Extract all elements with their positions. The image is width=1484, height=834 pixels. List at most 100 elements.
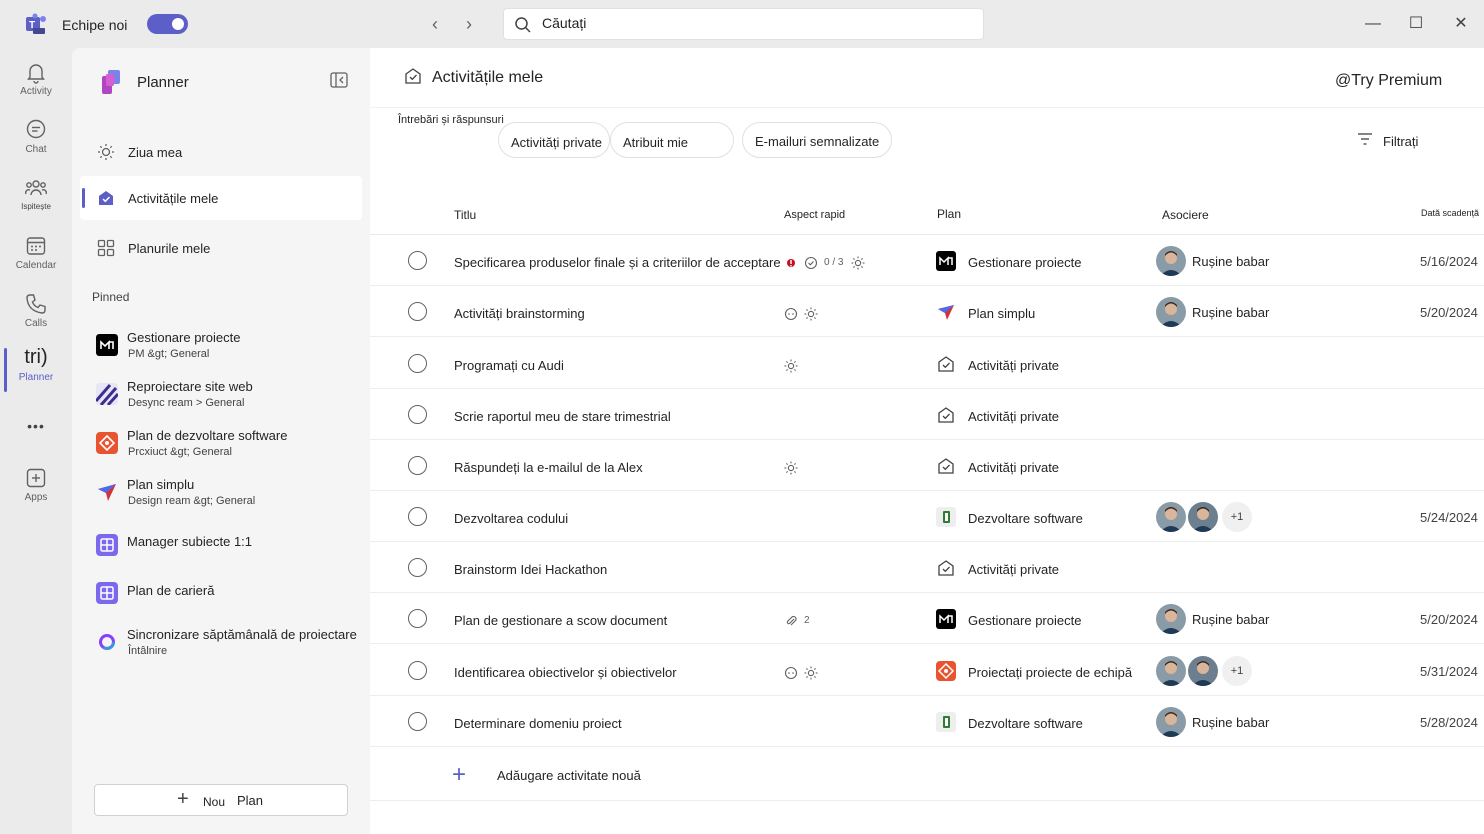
rail-label: Apps (24, 492, 48, 503)
task-row[interactable]: Specificarea produselor finale și a crit… (370, 235, 1484, 286)
assignees[interactable]: Rușine babar (1156, 707, 1269, 737)
column-header-quick-look[interactable]: Aspect rapid (784, 209, 845, 221)
maximize-button[interactable]: ☐ (1404, 12, 1428, 36)
task-title[interactable]: Programați cu Audi (454, 358, 564, 373)
complete-task-checkbox[interactable] (408, 609, 427, 628)
chip-assigned-to-me[interactable]: Atribuit mie (610, 122, 734, 158)
collapse-sidebar-icon[interactable] (330, 72, 348, 88)
rail-item-activity[interactable]: Activity (0, 60, 72, 116)
task-title[interactable]: Determinare domeniu proiect (454, 716, 622, 731)
column-header-assigned[interactable]: Asociere (1162, 208, 1209, 222)
add-task-button[interactable]: + Adăugare activitate nouă (370, 755, 1484, 801)
pinned-plan-subtitle: Întâlnire (128, 645, 168, 657)
rail-item-apps[interactable]: Apps (0, 466, 72, 522)
complete-task-checkbox[interactable] (408, 405, 427, 424)
task-row[interactable]: Activități brainstorming Plan simplu Rușin… (370, 286, 1484, 337)
pinned-plan-software-development[interactable]: Plan de dezvoltare software Prcxiuct &gt… (72, 424, 370, 470)
task-plan-name[interactable]: Gestionare proiecte (968, 613, 1081, 628)
quick-look (784, 305, 824, 321)
task-title[interactable]: Dezvoltarea codului (454, 511, 568, 526)
due-date[interactable]: 5/24/2024 (1420, 510, 1478, 525)
complete-task-checkbox[interactable] (408, 302, 427, 321)
try-premium-link[interactable]: @Try Premium (1335, 72, 1442, 90)
task-plan-name[interactable]: Proiectați proiecte de echipă (968, 665, 1132, 680)
chip-flagged-emails[interactable]: E-mailuri semnalizate (742, 122, 892, 158)
task-row[interactable]: Plan de gestionare a scow document 2 Gesti… (370, 593, 1484, 644)
task-plan-name[interactable]: Gestionare proiecte (968, 255, 1081, 270)
column-header-due-date[interactable]: Dată scadență (1421, 208, 1479, 218)
search-input[interactable] (542, 15, 942, 31)
chip-private-tasks[interactable]: Activități private (498, 122, 610, 158)
column-header-plan[interactable]: Plan (937, 207, 961, 221)
pinned-plan-career[interactable]: Plan de carieră (72, 574, 370, 620)
task-plan-name[interactable]: Plan simplu (968, 306, 1035, 321)
rail-item-planner[interactable]: tri) Planner (0, 344, 72, 400)
rail-item-chat[interactable]: Chat (0, 118, 72, 174)
new-plan-button[interactable]: + Nou Plan (94, 784, 348, 816)
nav-my-plans[interactable]: Planurile mele (80, 226, 362, 270)
pinned-plan-weekly-sync[interactable]: Sincronizare săptămânală de proiectare Î… (72, 623, 370, 669)
task-row[interactable]: Identificarea obiectivelor și obiectivel… (370, 645, 1484, 696)
task-row[interactable]: Răspundeți la e-mailul de la Alex Activit… (370, 440, 1484, 491)
pinned-plan-one-on-one[interactable]: Manager subiecte 1:1 (72, 526, 370, 572)
assignees[interactable]: +1 (1156, 502, 1252, 532)
chip-label: Atribuit mie (623, 135, 689, 150)
task-title[interactable]: Identificarea obiectivelor și obiectivel… (454, 665, 677, 680)
assignees[interactable]: +1 (1156, 656, 1252, 686)
task-title[interactable]: Activități brainstorming (454, 306, 585, 321)
task-row[interactable]: Dezvoltarea codului Dezvoltare software +1… (370, 491, 1484, 542)
task-title[interactable]: Brainstorm Idei Hackathon (454, 562, 607, 577)
task-row[interactable]: Brainstorm Idei Hackathon Activități priv… (370, 542, 1484, 593)
complete-task-checkbox[interactable] (408, 456, 427, 475)
rail-item-more[interactable]: ••• (0, 414, 72, 470)
task-title[interactable]: Plan de gestionare a scow document (454, 613, 667, 628)
due-date[interactable]: 5/20/2024 (1420, 305, 1478, 320)
complete-task-checkbox[interactable] (408, 558, 427, 577)
task-plan-name[interactable]: Activități private (968, 460, 1059, 475)
avatar (1156, 604, 1186, 634)
task-title[interactable]: Răspundeți la e-mailul de la Alex (454, 460, 643, 475)
due-date[interactable]: 5/20/2024 (1420, 612, 1478, 627)
quick-look (784, 357, 804, 373)
task-title[interactable]: Specificarea produselor finale și a crit… (454, 255, 781, 270)
task-row[interactable]: Determinare domeniu proiect Dezvoltare so… (370, 696, 1484, 747)
task-plan-name[interactable]: Activități private (968, 409, 1059, 424)
due-date[interactable]: 5/31/2024 (1420, 664, 1478, 679)
complete-task-checkbox[interactable] (408, 507, 427, 526)
rail-label: Calendar (15, 260, 57, 271)
task-row[interactable]: Scrie raportul meu de stare trimestrial A… (370, 389, 1484, 440)
rail-item-calendar[interactable]: Calendar (0, 234, 72, 290)
search-box[interactable] (503, 8, 984, 40)
assignees[interactable]: Rușine babar (1156, 297, 1269, 327)
complete-task-checkbox[interactable] (408, 661, 427, 680)
complete-task-checkbox[interactable] (408, 251, 427, 270)
rail-label: Chat (25, 144, 47, 155)
close-button[interactable]: ✕ (1449, 12, 1473, 36)
due-date[interactable]: 5/16/2024 (1420, 254, 1478, 269)
task-plan-name[interactable]: Activități private (968, 562, 1059, 577)
minimize-button[interactable]: — (1361, 12, 1385, 36)
new-teams-toggle[interactable] (147, 14, 188, 34)
pinned-plan-simple-plan[interactable]: Plan simplu Design ream &gt; General (72, 473, 370, 519)
pinned-plan-project-management[interactable]: Gestionare proiecte PM &gt; General (72, 326, 370, 372)
task-plan-name[interactable]: Activități private (968, 358, 1059, 373)
rail-item-calls[interactable]: Calls (0, 292, 72, 348)
due-date[interactable]: 5/28/2024 (1420, 715, 1478, 730)
assignees[interactable]: Rușine babar (1156, 604, 1269, 634)
complete-task-checkbox[interactable] (408, 712, 427, 731)
assignees[interactable]: Rușine babar (1156, 246, 1269, 276)
complete-task-checkbox[interactable] (408, 354, 427, 373)
rail-item-teams[interactable]: Ispitește (0, 176, 72, 232)
nav-my-tasks[interactable]: Activitățile mele (80, 176, 362, 220)
column-header-title[interactable]: Titlu (454, 208, 476, 222)
chevron-right-icon[interactable]: › (459, 14, 479, 35)
task-plan-name[interactable]: Dezvoltare software (968, 716, 1083, 731)
task-row[interactable]: Programați cu Audi Activități private (370, 338, 1484, 389)
task-title[interactable]: Scrie raportul meu de stare trimestrial (454, 409, 671, 424)
chevron-left-icon[interactable]: ‹ (425, 14, 445, 35)
nav-my-day[interactable]: Ziua mea (80, 130, 362, 174)
board-icon (96, 582, 118, 604)
pinned-plan-website-redesign[interactable]: Reproiectare site web Desync ream > Gene… (72, 375, 370, 421)
task-plan-name[interactable]: Dezvoltare software (968, 511, 1083, 526)
sun-icon (804, 666, 818, 680)
